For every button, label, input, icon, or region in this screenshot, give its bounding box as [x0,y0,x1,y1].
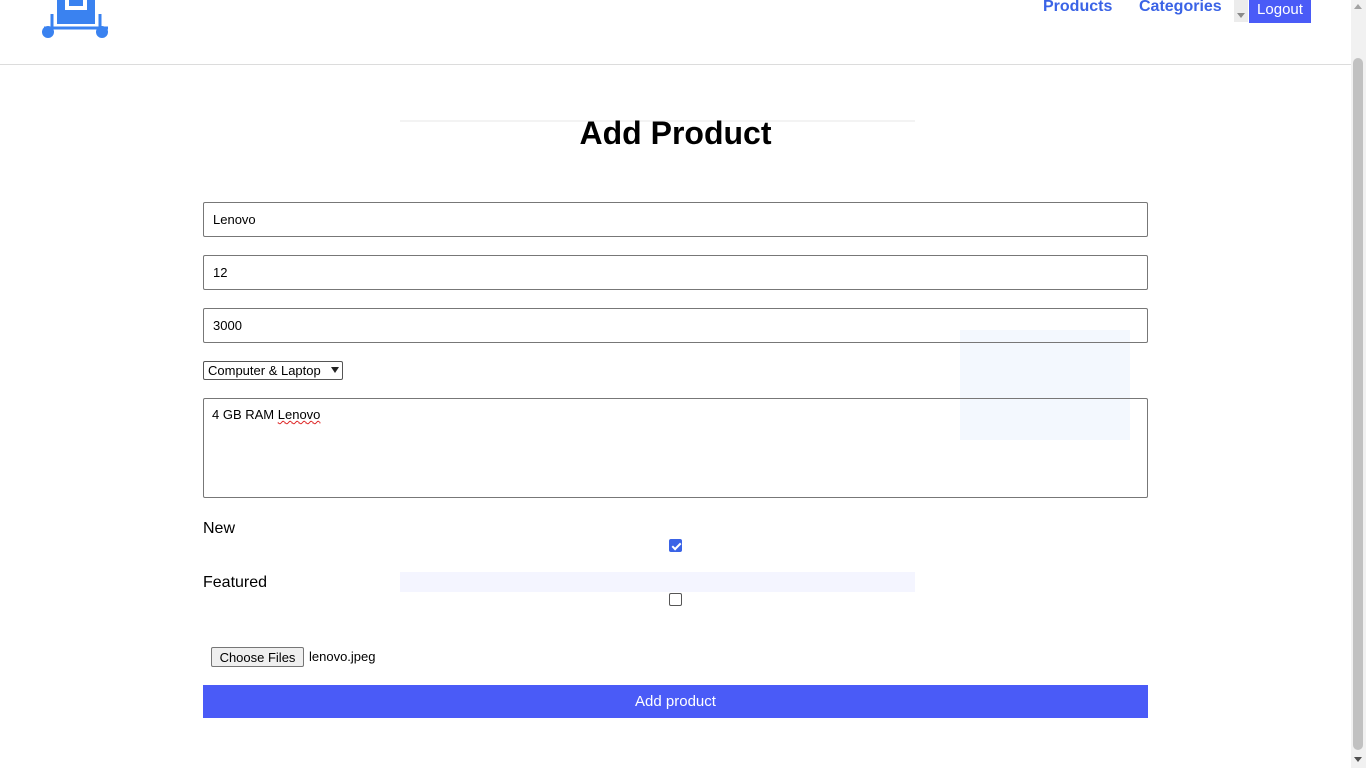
description-textarea[interactable]: 4 GB RAM Lenovo [203,398,1148,498]
selected-file-name: lenovo.jpeg [309,649,376,664]
nav-categories-link[interactable]: Categories [1139,0,1222,17]
choose-files-button[interactable]: Choose Files [211,647,304,667]
page-title: Add Product [579,115,772,151]
description-misspelled-word: Lenovo [277,407,321,422]
quantity-input[interactable]: 12 [203,255,1148,290]
scroll-thumb[interactable] [1353,58,1363,750]
check-icon [671,540,681,550]
account-dropdown-toggle[interactable] [1234,0,1248,22]
top-navbar: Products Categories Logout [0,0,1351,65]
category-select[interactable]: Computer & Laptop [203,361,343,380]
featured-label: Featured [203,574,268,591]
new-label: New [203,520,236,537]
category-selected-value: Computer & Laptop [208,363,321,378]
logout-button[interactable]: Logout [1249,0,1311,23]
page-scrollbar[interactable] [1351,0,1366,768]
nav-products-link[interactable]: Products [1043,0,1112,17]
price-input[interactable]: 3000 [203,308,1148,343]
chevron-down-icon [331,367,339,373]
scroll-down-icon[interactable] [1354,757,1362,762]
product-name-input[interactable]: Lenovo [203,202,1148,237]
new-checkbox[interactable] [669,539,682,552]
caret-down-icon [1237,13,1245,18]
featured-checkbox[interactable] [669,593,682,606]
add-product-button[interactable]: Add product [203,685,1148,718]
description-text: 4 GB RAM [212,407,278,422]
scroll-up-icon[interactable] [1354,4,1362,9]
cart-icon[interactable] [40,0,112,42]
